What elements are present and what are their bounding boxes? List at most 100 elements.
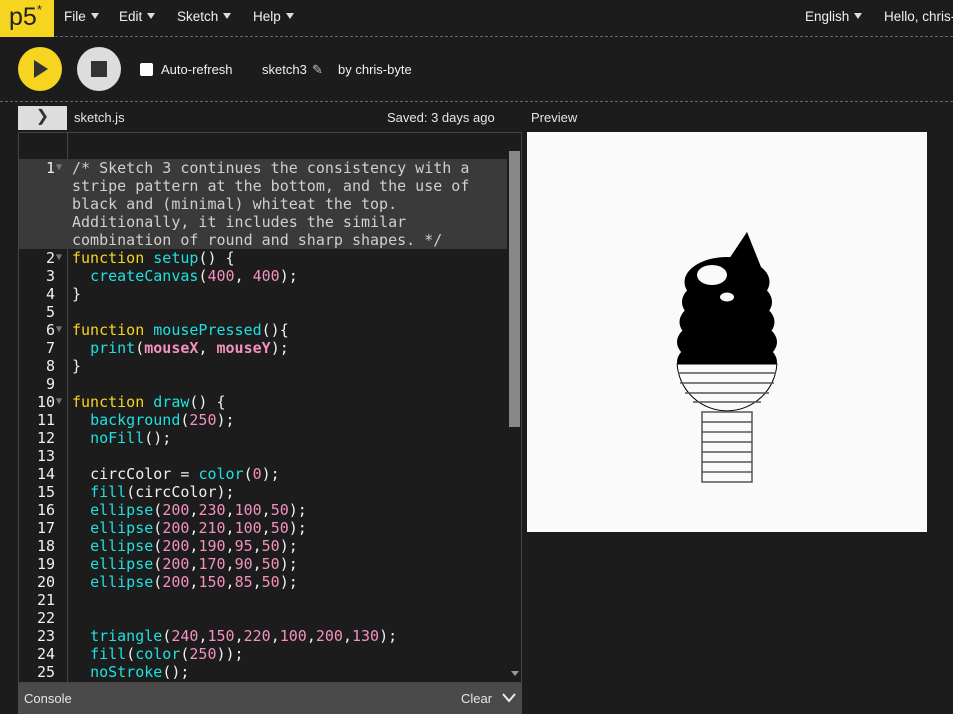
sketch-preview-canvas[interactable] — [527, 132, 927, 532]
code-editor[interactable]: 1 ▼/* Sketch 3 continues the consistency … — [18, 132, 522, 683]
play-button[interactable] — [18, 47, 62, 91]
line-number: 23 — [36, 627, 55, 645]
fold-arrow-icon[interactable]: ▼ — [55, 321, 68, 339]
code-line[interactable]: 22 — [19, 609, 507, 627]
code-line[interactable]: 12 noFill(); — [19, 429, 507, 447]
line-text: ellipse(200,170,90,50); — [68, 555, 498, 573]
language-menu[interactable]: English — [805, 9, 863, 24]
line-text: /* Sketch 3 continues the consistency wi… — [68, 159, 498, 249]
menu-sketch[interactable]: Sketch — [177, 9, 232, 24]
caret-down-icon — [223, 13, 232, 19]
language-label: English — [805, 9, 850, 24]
code-token: ellipse — [90, 555, 154, 573]
line-text: fill(color(250)); — [68, 645, 498, 663]
code-line[interactable]: 1 ▼/* Sketch 3 continues the consistency … — [19, 159, 507, 249]
code-line[interactable]: 13 — [19, 447, 507, 465]
code-token: function — [72, 321, 145, 339]
code-lines[interactable]: 1 ▼/* Sketch 3 continues the consistency … — [19, 159, 507, 681]
line-number: 13 — [36, 447, 55, 465]
code-token: , — [252, 573, 262, 591]
auto-refresh-checkbox[interactable] — [140, 63, 153, 76]
code-token: 0 — [252, 465, 262, 483]
menu-label: Edit — [119, 9, 143, 24]
code-line[interactable]: 18 ellipse(200,190,95,50); — [19, 537, 507, 555]
scrollbar-thumb[interactable] — [509, 151, 520, 427]
code-token: ellipse — [90, 573, 154, 591]
cone-bowl — [676, 363, 778, 412]
code-line[interactable]: 4} — [19, 285, 507, 303]
stop-button[interactable] — [77, 47, 121, 91]
code-line[interactable]: 7 print(mouseX, mouseY); — [19, 339, 507, 357]
fold-arrow-icon[interactable]: ▼ — [55, 159, 68, 249]
code-line[interactable]: 3 createCanvas(400, 400); — [19, 267, 507, 285]
line-text: ellipse(200,190,95,50); — [68, 537, 498, 555]
code-line[interactable]: 16 ellipse(200,230,100,50); — [19, 501, 507, 519]
code-line[interactable]: 20 ellipse(200,150,85,50); — [19, 573, 507, 591]
menu-edit[interactable]: Edit — [119, 9, 156, 24]
code-line[interactable]: 14 circColor = color(0); — [19, 465, 507, 483]
pencil-icon[interactable]: ✎ — [312, 62, 323, 78]
menu-help[interactable]: Help — [253, 9, 294, 24]
code-token: ( — [162, 627, 172, 645]
chevron-down-icon[interactable] — [502, 693, 516, 703]
logo-asterisk: * — [36, 1, 42, 17]
sketch-author[interactable]: by chris-byte — [338, 62, 412, 77]
sidebar-toggle-button[interactable]: ❯ — [18, 106, 67, 130]
highlight-small — [720, 292, 734, 302]
code-token: ); — [279, 537, 298, 555]
code-line[interactable]: 5 — [19, 303, 507, 321]
code-line[interactable]: 25 noStroke(); — [19, 663, 507, 681]
code-line[interactable]: 8} — [19, 357, 507, 375]
code-token: 220 — [243, 627, 271, 645]
line-text: background(250); — [68, 411, 498, 429]
p5-logo[interactable]: p5* — [0, 0, 54, 37]
code-line[interactable]: 23 triangle(240,150,220,100,200,130); — [19, 627, 507, 645]
code-line[interactable]: 9 — [19, 375, 507, 393]
code-line[interactable]: 15 fill(circColor); — [19, 483, 507, 501]
auto-refresh-label[interactable]: Auto-refresh — [161, 62, 233, 77]
code-line[interactable]: 6 ▼ function mousePressed(){ — [19, 321, 507, 339]
code-token: 200 — [162, 501, 190, 519]
code-token: function — [72, 249, 145, 267]
line-text: noFill(); — [68, 429, 498, 447]
editor-scrollbar[interactable] — [507, 133, 521, 682]
code-token: mouseX — [144, 339, 199, 357]
code-token: ); — [270, 339, 289, 357]
fold-arrow-icon[interactable]: ▼ — [55, 393, 68, 411]
menu-label: Sketch — [177, 9, 219, 24]
code-token: ); — [279, 555, 298, 573]
code-line[interactable]: 24 fill(color(250)); — [19, 645, 507, 663]
code-token: circColor = — [72, 465, 199, 483]
scroll-down-arrow-icon[interactable] — [511, 671, 519, 676]
code-line[interactable]: 10 ▼ function draw() { — [19, 393, 507, 411]
menu-file[interactable]: File — [64, 9, 99, 24]
code-token: createCanvas — [90, 267, 199, 285]
code-line[interactable]: 19 ellipse(200,170,90,50); — [19, 555, 507, 573]
code-token: 400 — [207, 267, 235, 285]
user-menu[interactable]: Hello, chris- — [884, 9, 953, 24]
code-line[interactable]: 17 ellipse(200,210,100,50); — [19, 519, 507, 537]
code-token: ); — [279, 267, 298, 285]
code-token: ( — [243, 465, 253, 483]
code-line[interactable]: 11 background(250); — [19, 411, 507, 429]
line-number: 2 — [45, 249, 55, 267]
console-clear-button[interactable]: Clear — [461, 691, 492, 706]
console-bar[interactable]: Console Clear — [18, 683, 522, 714]
code-line[interactable]: 2 ▼ function setup() { — [19, 249, 507, 267]
code-line[interactable]: 21 — [19, 591, 507, 609]
saved-status: Saved: 3 days ago — [387, 110, 495, 125]
fold-arrow-icon[interactable]: ▼ — [55, 249, 68, 267]
sketch-name[interactable]: sketch3 — [262, 62, 307, 77]
